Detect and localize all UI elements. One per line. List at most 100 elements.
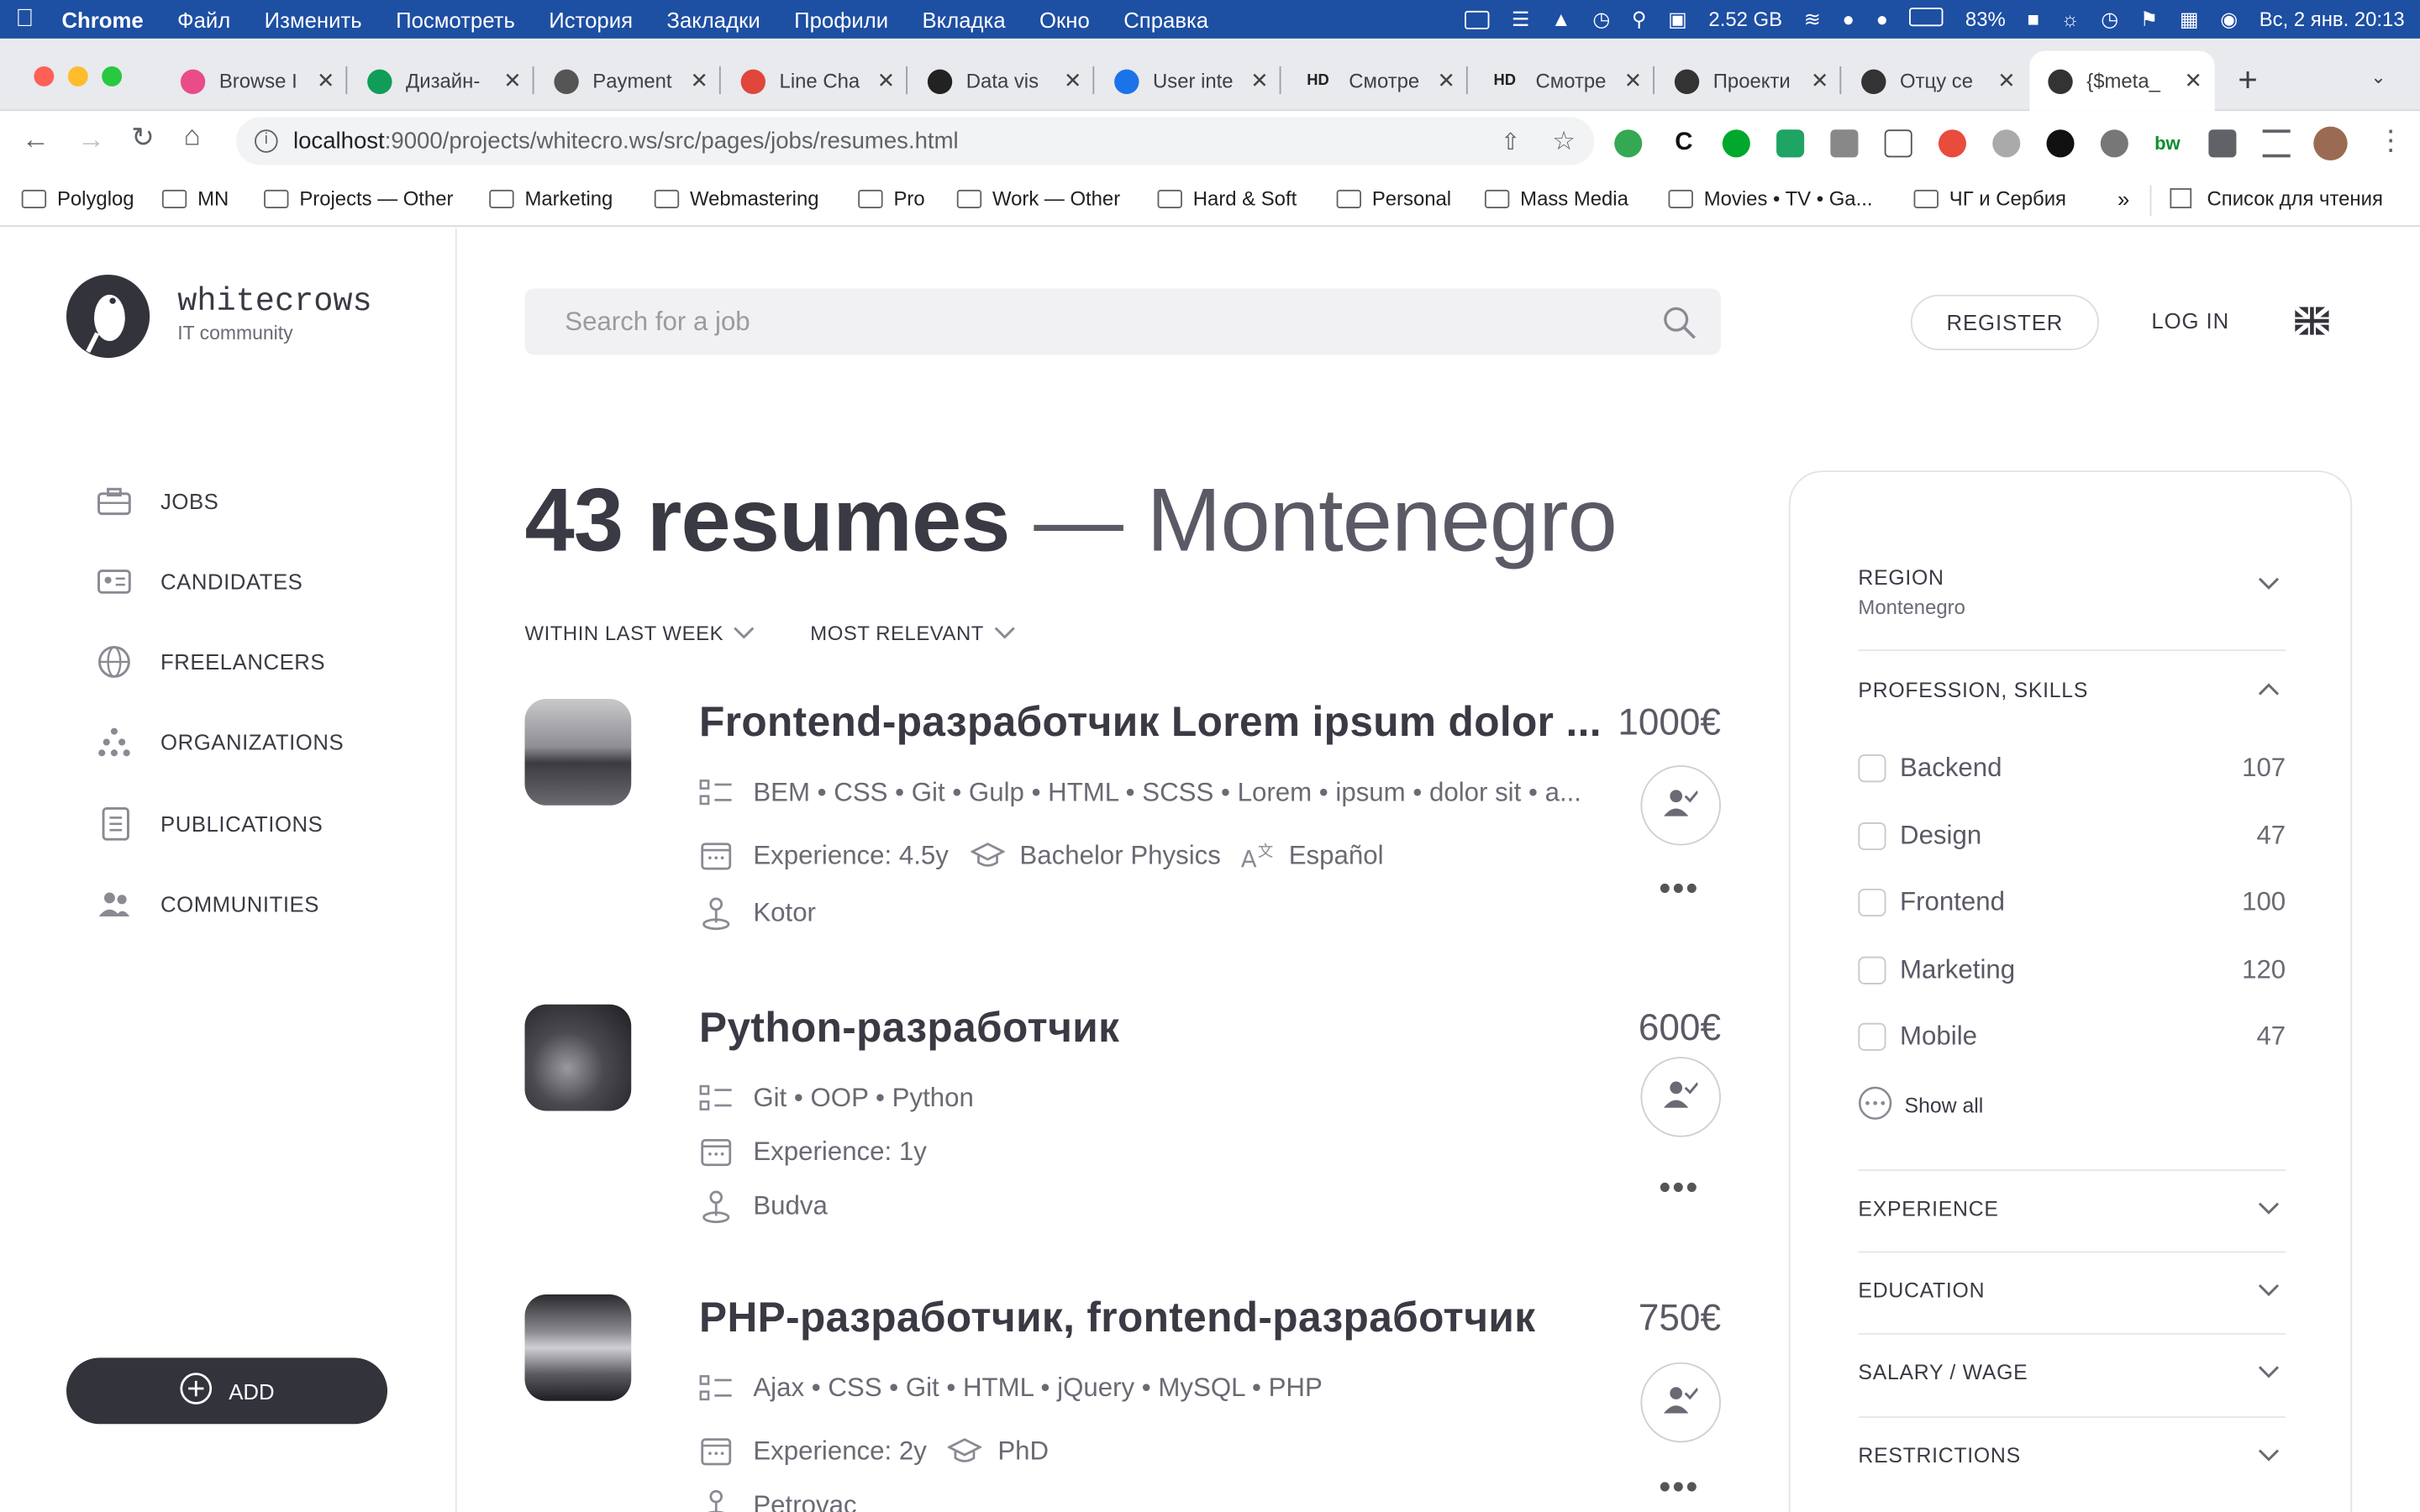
avatar[interactable] bbox=[2313, 126, 2348, 161]
control-center-icon[interactable]: ▦ bbox=[2180, 7, 2199, 31]
bookmark-star-icon[interactable]: ☆ bbox=[1552, 126, 1576, 157]
extension-h-icon[interactable] bbox=[1884, 129, 1912, 158]
bookmark-folder[interactable]: Polyglog bbox=[21, 186, 134, 210]
search-icon[interactable] bbox=[1662, 306, 1697, 348]
close-tab-icon[interactable]: ✕ bbox=[691, 68, 709, 94]
bookmark-folder[interactable]: Personal bbox=[1336, 186, 1451, 210]
reload-icon[interactable]: ↻ bbox=[131, 122, 155, 155]
bookmark-folder[interactable]: Pro bbox=[858, 186, 925, 210]
close-tab-icon[interactable]: ✕ bbox=[1811, 68, 1829, 94]
back-icon[interactable]: ← bbox=[22, 123, 50, 156]
filter-option[interactable]: Marketing 120 bbox=[1858, 952, 2286, 989]
extension-refresh-icon[interactable] bbox=[2046, 129, 2075, 158]
close-tab-icon[interactable]: ✕ bbox=[1064, 68, 1082, 94]
menu-file[interactable]: Файл bbox=[177, 7, 230, 31]
memory-usage[interactable]: 2.52 GB bbox=[1708, 8, 1782, 31]
more-options-icon[interactable]: ••• bbox=[1659, 1467, 1699, 1508]
browser-tab[interactable]: Browse I ✕ bbox=[162, 51, 348, 112]
datetime[interactable]: Вс, 2 янв. 20:13 bbox=[2260, 8, 2405, 31]
resume-card[interactable]: Python-разработчик 600€ Git • OOP • Pyth… bbox=[524, 1004, 1721, 1236]
dot-icon[interactable]: ● bbox=[1843, 8, 1854, 31]
menu-view[interactable]: Посмотреть bbox=[396, 7, 515, 31]
menu-window[interactable]: Окно bbox=[1039, 7, 1090, 31]
resume-photo[interactable] bbox=[524, 1294, 632, 1401]
period-dropdown[interactable]: WITHIN LAST WEEK bbox=[524, 622, 754, 645]
menu-history[interactable]: История bbox=[549, 7, 633, 31]
bookmark-folder[interactable]: Movies • TV • Ga... bbox=[1668, 186, 1872, 210]
profession-filter-header[interactable]: PROFESSION, SKILLS bbox=[1858, 679, 2286, 702]
nav-freelancers[interactable]: FREELANCERS bbox=[96, 645, 325, 679]
resume-title[interactable]: Frontend-разработчик Lorem ipsum dolor .… bbox=[699, 699, 1602, 747]
nav-communities[interactable]: COMMUNITIES bbox=[96, 887, 319, 921]
timemachine-icon[interactable]: ◷ bbox=[1592, 7, 1610, 31]
nav-organizations[interactable]: ORGANIZATIONS bbox=[96, 725, 344, 759]
brand-name[interactable]: whitecrows bbox=[177, 286, 371, 321]
close-tab-icon[interactable]: ✕ bbox=[503, 68, 522, 94]
browser-tab[interactable]: HD Смотре ✕ bbox=[1470, 51, 1655, 112]
menu-app-chrome[interactable]: Chrome bbox=[61, 7, 143, 31]
order-dropdown[interactable]: MOST RELEVANT bbox=[810, 622, 1014, 645]
restrictions-filter-header[interactable]: RESTRICTIONS bbox=[1858, 1444, 2286, 1467]
bookmark-folder[interactable]: MN bbox=[161, 186, 229, 210]
bookmark-folder[interactable]: Hard & Soft bbox=[1157, 186, 1297, 210]
bookmark-folder[interactable]: Webmastering bbox=[654, 186, 819, 210]
nav-candidates[interactable]: CANDIDATES bbox=[96, 564, 302, 598]
nav-jobs[interactable]: JOBS bbox=[96, 485, 219, 518]
filter-option[interactable]: Mobile 47 bbox=[1858, 1018, 2286, 1055]
more-options-icon[interactable]: ••• bbox=[1659, 869, 1699, 909]
new-tab-button[interactable]: + bbox=[2238, 60, 2258, 101]
save-candidate-button[interactable] bbox=[1640, 1057, 1721, 1137]
apple-icon[interactable]:  bbox=[15, 5, 34, 33]
evernote-icon[interactable] bbox=[1722, 129, 1750, 158]
kebab-menu-icon[interactable]: ⋮ bbox=[2377, 125, 2405, 158]
menu-edit[interactable]: Изменить bbox=[265, 7, 362, 31]
bookmark-folder[interactable]: Mass Media bbox=[1484, 186, 1628, 210]
browser-tab[interactable]: HD Смотре ✕ bbox=[1282, 51, 1468, 112]
bookmark-folder[interactable]: Marketing bbox=[489, 186, 613, 210]
add-button[interactable]: ADD bbox=[66, 1357, 388, 1425]
close-tab-icon[interactable]: ✕ bbox=[1997, 68, 2016, 94]
close-tab-icon[interactable]: ✕ bbox=[1437, 68, 1455, 94]
save-candidate-button[interactable] bbox=[1640, 1362, 1721, 1443]
bookmark-folder[interactable]: ЧГ и Сербия bbox=[1913, 186, 2066, 210]
salary-filter-header[interactable]: SALARY / WAGE bbox=[1858, 1361, 2286, 1384]
battery-icon[interactable] bbox=[1909, 8, 1944, 31]
wifi-icon[interactable]: ≋ bbox=[1804, 7, 1821, 31]
close-tab-icon[interactable]: ✕ bbox=[2184, 68, 2202, 94]
clock-icon[interactable]: ◷ bbox=[2101, 7, 2118, 31]
menu-help[interactable]: Справка bbox=[1123, 7, 1208, 31]
checkbox[interactable] bbox=[1858, 888, 1886, 917]
translate-icon[interactable]: ☼ bbox=[2061, 8, 2080, 31]
maximize-window-button[interactable] bbox=[102, 66, 123, 87]
education-filter-header[interactable]: EDUCATION bbox=[1858, 1279, 2286, 1302]
settings-extension-icon[interactable] bbox=[1992, 129, 2021, 158]
nav-publications[interactable]: PUBLICATIONS bbox=[96, 806, 323, 841]
save-candidate-button[interactable] bbox=[1640, 765, 1721, 846]
minimize-window-button[interactable] bbox=[67, 66, 88, 87]
screen-icon[interactable] bbox=[1465, 9, 1491, 29]
home-icon[interactable]: ⌂ bbox=[184, 120, 201, 153]
filter-option[interactable]: Design 47 bbox=[1858, 817, 2286, 854]
reading-list-icon[interactable] bbox=[2262, 129, 2291, 158]
menu-tab[interactable]: Вкладка bbox=[923, 7, 1006, 31]
extension-color-icon[interactable] bbox=[1938, 129, 1966, 158]
extension-icon[interactable] bbox=[1614, 129, 1643, 158]
bookmark-folder[interactable]: Projects — Other bbox=[264, 186, 453, 210]
close-tab-icon[interactable]: ✕ bbox=[317, 68, 335, 94]
filter-option[interactable]: Backend 107 bbox=[1858, 750, 2286, 787]
checkbox[interactable] bbox=[1858, 1022, 1886, 1051]
search-icon[interactable]: ⚲ bbox=[1632, 7, 1647, 31]
reading-list-button[interactable]: Список для чтения bbox=[2170, 186, 2383, 210]
drive-icon[interactable]: ▲ bbox=[1551, 8, 1571, 31]
extension-camera-icon[interactable] bbox=[1830, 129, 1859, 158]
browser-tab[interactable]: Data vis ✕ bbox=[909, 51, 1095, 112]
extension-c-icon[interactable]: C bbox=[1670, 129, 1698, 158]
close-tab-icon[interactable]: ✕ bbox=[1624, 68, 1643, 94]
browser-tab[interactable]: Отцу се ✕ bbox=[1843, 51, 2028, 112]
share-icon[interactable]: ⇧ bbox=[1501, 128, 1520, 155]
menu-bookmarks[interactable]: Закладки bbox=[666, 7, 760, 31]
experience-filter-header[interactable]: EXPERIENCE bbox=[1858, 1197, 2286, 1221]
show-all-button[interactable]: Show all bbox=[1858, 1085, 2286, 1123]
checkbox[interactable] bbox=[1858, 822, 1886, 851]
info-icon[interactable]: i bbox=[255, 129, 278, 153]
